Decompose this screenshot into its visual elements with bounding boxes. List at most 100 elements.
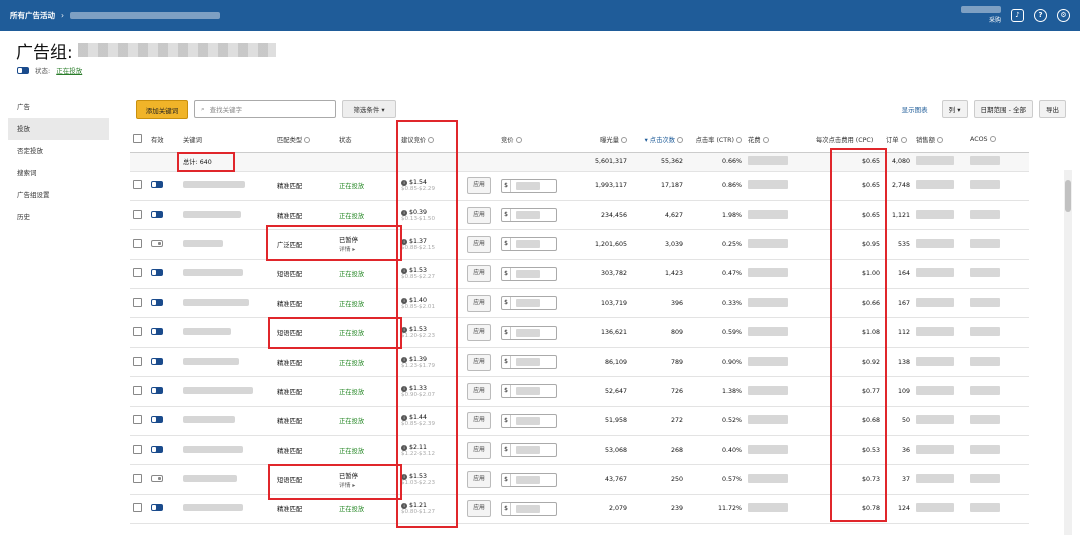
settings-icon[interactable]: ⚙ [1057,8,1070,22]
col-active[interactable]: 有效 [148,128,180,153]
ad-group-toggle[interactable] [17,66,29,74]
row-checkbox[interactable] [133,415,142,425]
row-active-toggle[interactable] [151,386,163,394]
col-spend[interactable]: 花费 [745,128,813,153]
table-row[interactable]: 精准匹配 正在投放 i $1.39 $1.23-$1.79 应用 $86,109 789 0.9… [130,347,1029,378]
row-active-toggle[interactable] [151,181,163,189]
row-checkbox[interactable] [133,209,142,219]
keyword-search-input[interactable]: ⌕ 查找关键字 [194,100,336,118]
row-status-detail-link[interactable]: 详情 ▸ [339,244,395,253]
select-all-checkbox[interactable] [133,134,142,144]
row-bid-input[interactable]: $ [501,325,557,340]
status-value[interactable]: 正在投放 [56,65,82,75]
col-status[interactable]: 状态 [336,128,398,153]
apply-bid-button[interactable]: 应用 [467,471,491,489]
row-checkbox[interactable] [133,385,142,395]
row-bid-input[interactable]: $ [501,355,557,370]
row-active-toggle[interactable] [151,357,163,365]
row-active-toggle[interactable] [151,210,163,218]
apply-bid-button[interactable]: 应用 [467,235,491,253]
col-cpc[interactable]: 每次点击费用 (CPC) [813,128,883,153]
table-row[interactable]: 广泛匹配 已暂停 详情 ▸ i $1.37 $0.88-$2.15 应用 $1,201,605… [130,229,1029,260]
table-row[interactable]: 短语匹配 正在投放 i $1.53 $0.85-$2.27 应用 $303,782 1,423… [130,259,1029,290]
row-active-toggle[interactable] [151,298,163,306]
keyword-redacted[interactable] [183,416,235,424]
apply-bid-button[interactable]: 应用 [467,412,491,430]
keyword-redacted[interactable] [183,298,249,306]
row-active-toggle[interactable] [151,504,163,512]
apply-bid-button[interactable]: 应用 [467,353,491,371]
table-row[interactable]: 精准匹配 正在投放 i $1.33 $0.90-$2.07 应用 $52,647 726 1.3… [130,376,1029,407]
apply-bid-button[interactable]: 应用 [467,324,491,342]
row-active-toggle[interactable] [151,445,163,453]
info-icon[interactable] [621,137,627,144]
row-bid-input[interactable]: $ [501,237,557,252]
col-acos[interactable]: ACOS [967,128,1029,153]
col-impressions[interactable]: 曝光量 [566,128,630,153]
info-icon[interactable] [677,137,683,144]
row-checkbox[interactable] [133,444,142,454]
sidebar-item-negative-targeting[interactable]: 否定投放 [0,140,118,162]
row-status-detail-link[interactable]: 详情 ▸ [339,480,395,489]
sidebar-item-targeting[interactable]: 投放 [8,118,109,140]
table-scrollbar[interactable] [1064,170,1072,535]
columns-button[interactable]: 列 ▾ [941,100,968,118]
sidebar-item-search-terms[interactable]: 搜索词 [0,162,118,184]
show-chart-link[interactable]: 显示图表 [902,104,928,114]
row-active-toggle[interactable] [151,239,163,247]
row-checkbox[interactable] [133,238,142,248]
row-bid-input[interactable]: $ [501,443,557,458]
keyword-redacted[interactable] [183,475,237,483]
bell-icon[interactable]: ♪ [1011,8,1024,22]
apply-bid-button[interactable]: 应用 [467,177,491,195]
table-row[interactable]: 精准匹配 正在投放 i $1.54 $0.85-$2.29 应用 $1,993,117 17,… [130,171,1029,201]
breadcrumb-root[interactable]: 所有广告活动 [10,10,55,21]
sidebar-item-history[interactable]: 历史 [0,206,118,228]
apply-bid-button[interactable]: 应用 [467,294,491,312]
breadcrumb-campaign-redacted[interactable] [70,12,220,19]
row-checkbox[interactable] [133,356,142,366]
keyword-redacted[interactable] [183,445,243,453]
keyword-redacted[interactable] [183,386,253,394]
col-ctr[interactable]: 点击率 (CTR) [686,128,745,153]
info-icon[interactable] [736,137,742,144]
info-icon[interactable] [515,137,522,144]
row-active-toggle[interactable] [151,475,163,483]
col-keyword[interactable]: 关键词 [180,128,274,153]
row-active-toggle[interactable] [151,328,163,336]
keyword-redacted[interactable] [183,181,245,189]
info-icon[interactable] [989,136,996,143]
col-orders[interactable]: 订单 [883,128,913,153]
info-icon[interactable] [936,137,943,144]
scrollbar-thumb[interactable] [1065,180,1071,212]
apply-bid-button[interactable]: 应用 [467,265,491,283]
col-sales[interactable]: 销售额 [913,128,967,153]
keyword-redacted[interactable] [183,328,231,336]
filter-button[interactable]: 筛选条件 ▾ [342,100,396,118]
row-checkbox[interactable] [133,180,142,190]
table-row[interactable]: 精准匹配 正在投放 i $2.11 $1.22-$3.12 应用 $53,068 268 0.4… [130,435,1029,466]
row-checkbox[interactable] [133,268,142,278]
row-bid-input[interactable]: $ [501,384,557,399]
user-menu[interactable]: 采购 [961,6,1001,24]
apply-bid-button[interactable]: 应用 [467,500,491,518]
row-bid-input[interactable]: $ [501,266,557,281]
table-row[interactable]: 精准匹配 正在投放 i $1.44 $0.85-$2.39 应用 $51,958 272 0.5… [130,406,1029,437]
row-checkbox[interactable] [133,327,142,337]
keyword-redacted[interactable] [183,269,243,277]
info-icon[interactable] [762,137,769,144]
table-row[interactable]: 精准匹配 正在投放 i $0.39 $0.13-$1.50 应用 $234,456 4,627… [130,200,1029,231]
keyword-redacted[interactable] [183,210,241,218]
export-button[interactable]: 导出 [1039,100,1066,118]
row-checkbox[interactable] [133,503,142,513]
help-icon[interactable]: ? [1034,8,1047,22]
apply-bid-button[interactable]: 应用 [467,382,491,400]
date-range-button[interactable]: 日期范围 - 全部 [973,100,1033,118]
table-row[interactable]: 短语匹配 正在投放 i $1.53 $1.20-$2.23 应用 $136,621 809 0.… [130,317,1029,348]
row-active-toggle[interactable] [151,269,163,277]
table-row[interactable]: 短语匹配 已暂停 详情 ▸ i $1.53 $1.03-$2.23 应用 $43,767 250… [130,464,1029,495]
sidebar-item-ads[interactable]: 广告 [0,96,118,118]
row-active-toggle[interactable] [151,416,163,424]
row-bid-input[interactable]: $ [501,501,557,516]
apply-bid-button[interactable]: 应用 [467,206,491,224]
